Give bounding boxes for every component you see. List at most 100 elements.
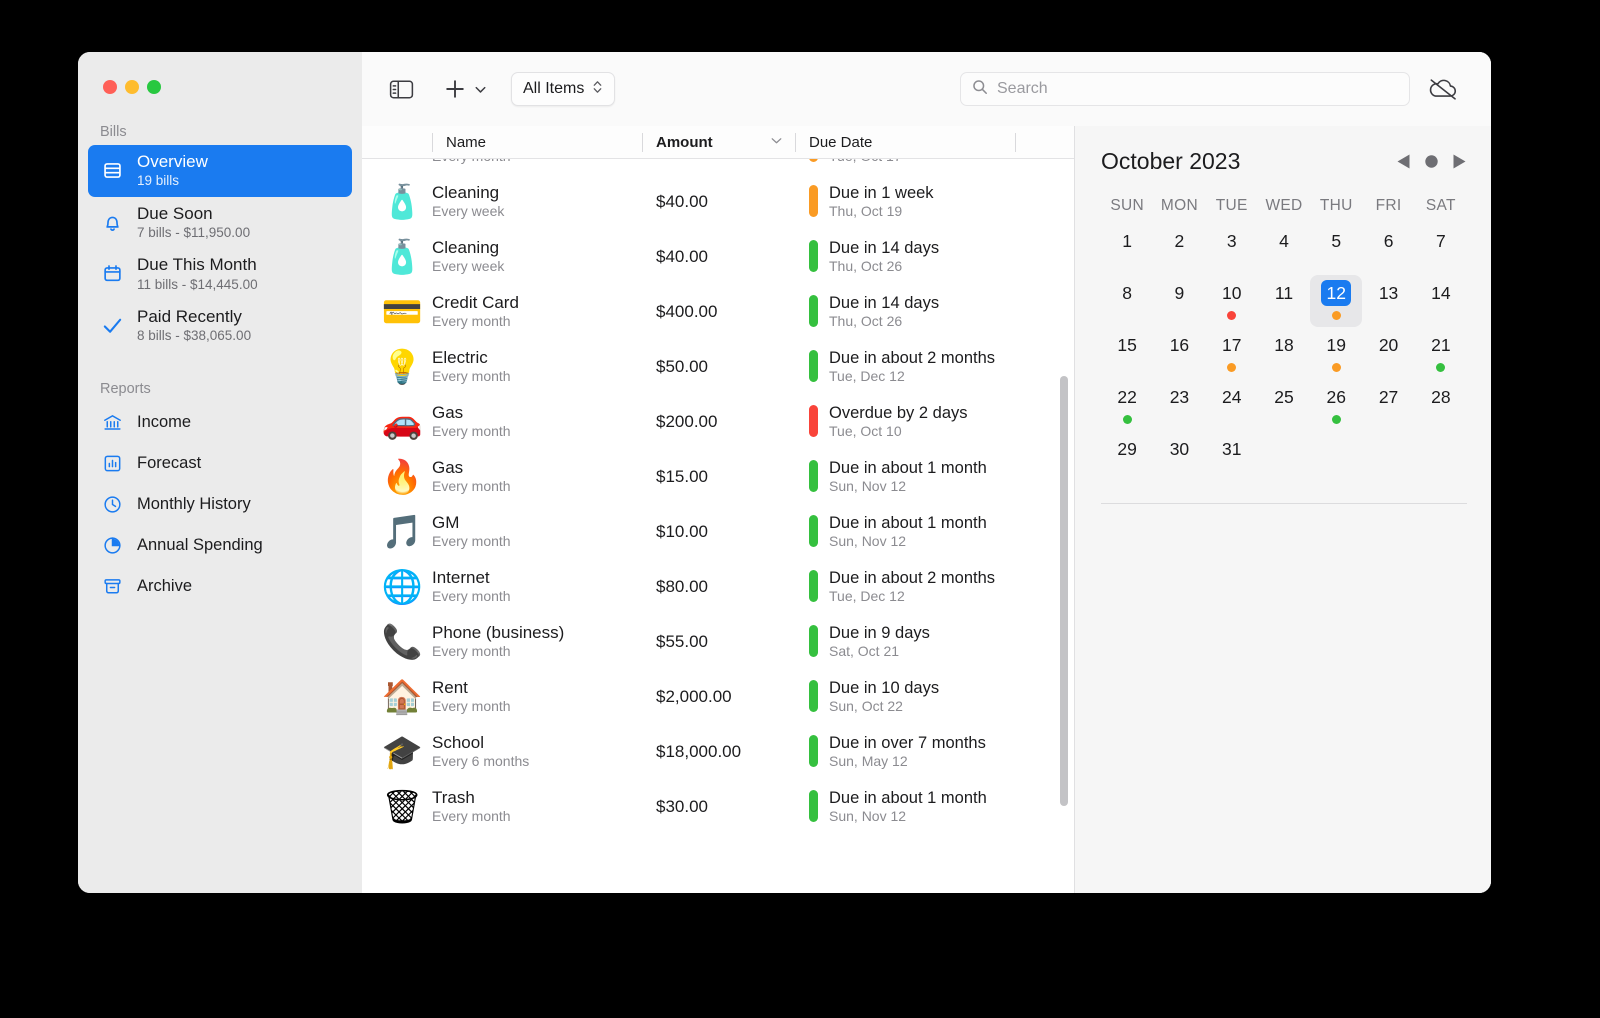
table-row[interactable]: 🧴 Cleaning Every week $40.00 Due in 1 week Th… [362,174,1074,229]
column-header-name[interactable]: Name [432,132,642,152]
sidebar-item-monthly-history[interactable]: Monthly History [88,484,352,525]
calendar-day-cell[interactable]: 15 [1101,327,1153,379]
column-header-amount[interactable]: Amount [642,132,795,152]
sidebar-item-due-this-month[interactable]: Due This Month 11 bills - $14,445.00 [88,248,352,300]
calendar-day-name: WED [1265,197,1303,214]
calendar-day-cell[interactable]: 26 [1310,379,1362,431]
sidebar-item-due-soon[interactable]: Due Soon 7 bills - $11,950.00 [88,197,352,249]
calendar-day-cell[interactable]: 18 [1258,327,1310,379]
calendar-day-cell[interactable]: 28 [1415,379,1467,431]
bill-name: Rent [432,677,468,697]
calendar-day-cell[interactable]: 24 [1206,379,1258,431]
calendar-day-cell[interactable]: 14 [1415,275,1467,327]
table-row[interactable]: 🔥 Gas Every month $15.00 Due in about 1 mont… [362,449,1074,504]
calendar-day-cell[interactable]: 23 [1153,379,1205,431]
sidebar-toggle-icon[interactable] [384,74,418,104]
close-button[interactable] [103,80,117,94]
calendar-day-cell[interactable]: 6 [1362,223,1414,275]
calendar-day-cell[interactable]: 13 [1362,275,1414,327]
zoom-button[interactable] [147,80,161,94]
calendar-day-number: 18 [1274,334,1294,355]
sidebar-item-label: Income [137,412,192,431]
bill-due-cell: Due in 5 daysTue, Oct 17 [795,159,1013,165]
bills-rows: ☂APXEvery month$100.00Due in 5 daysTue, … [362,159,1074,834]
chevron-down-icon[interactable] [471,74,489,104]
bill-amount: $55.00 [656,631,708,651]
table-row[interactable]: 🚗 Gas Every month $200.00 Overdue by 2 days T… [362,394,1074,449]
table-row[interactable]: 💡 Electric Every month $50.00 Due in about 2… [362,339,1074,394]
bill-recurrence: Every week [432,258,505,275]
calendar-day-cell[interactable]: 4 [1258,223,1310,275]
calendar-day-cell[interactable]: 9 [1153,275,1205,327]
bill-amount: $10.00 [656,521,708,541]
sidebar-item-archive[interactable]: Archive [88,566,352,607]
bills-rows-viewport[interactable]: ☂APXEvery month$100.00Due in 5 daysTue, … [362,159,1074,893]
bill-recurrence: Every month [432,159,642,165]
sidebar-item-overview[interactable]: Overview 19 bills [88,145,352,197]
vertical-scrollbar[interactable] [1060,376,1068,806]
calendar-day-cell[interactable]: 20 [1362,327,1414,379]
search-field[interactable] [960,72,1410,106]
calendar-day-cell[interactable]: 16 [1153,327,1205,379]
calendar-day-cell[interactable]: 21 [1415,327,1467,379]
calendar-day-cell[interactable]: 11 [1258,275,1310,327]
sidebar-item-forecast[interactable]: Forecast [88,443,352,484]
calendar-day-cell[interactable]: 29 [1101,431,1153,483]
filter-popup-button[interactable]: All Items [511,72,616,106]
clock-icon [100,493,124,517]
calendar-day-cell[interactable]: 12 [1310,275,1363,327]
calendar-day-cell[interactable]: 27 [1362,379,1414,431]
calendar-day-cell[interactable]: 2 [1153,223,1205,275]
column-header-due-date[interactable]: Due Date [795,132,1015,152]
bill-name: Trash [432,787,475,807]
calendar-day-cell[interactable]: 8 [1101,275,1153,327]
sidebar-item-income[interactable]: Income [88,402,352,443]
calendar-day-cell[interactable]: 3 [1206,223,1258,275]
filter-popup-label: All Items [523,80,585,97]
table-row[interactable]: ☂APXEvery month$100.00Due in 5 daysTue, … [362,159,1074,174]
calendar-day-cell[interactable]: 5 [1310,223,1362,275]
calendar-day-cell[interactable]: 30 [1153,431,1205,483]
bill-icon: 🎓 [381,732,423,771]
calendar-day-cell[interactable]: 22 [1101,379,1153,431]
sidebar-item-annual-spending[interactable]: Annual Spending [88,525,352,566]
circle-dot-icon[interactable] [1424,154,1439,169]
table-row[interactable]: 💳 Credit Card Every month $400.00 Due in 14 … [362,284,1074,339]
table-row[interactable]: 🌐 Internet Every month $80.00 Due in about 2… [362,559,1074,614]
sidebar-item-label: Archive [137,576,193,595]
bill-due-cell: Due in 1 week Thu, Oct 19 [795,183,1013,220]
table-row[interactable]: 🗑 Trash Every month $30.00 Due in about 1 mo… [362,779,1074,834]
minimize-button[interactable] [125,80,139,94]
table-row[interactable]: 🏠 Rent Every month $2,000.00 Due in 10 days S… [362,669,1074,724]
sidebar-item-paid-recently[interactable]: Paid Recently 8 bills - $38,065.00 [88,300,352,352]
calendar-day-cell[interactable]: 25 [1258,379,1310,431]
status-badge [809,515,818,548]
calendar-day-number: 12 [1321,280,1352,306]
triangle-right-icon[interactable] [1452,153,1467,170]
calendar-day-number: 3 [1226,230,1237,251]
table-row[interactable]: 🧴 Cleaning Every week $40.00 Due in 14 days T… [362,229,1074,284]
calendar-day-cell[interactable]: 31 [1206,431,1258,483]
triangle-left-icon[interactable] [1396,153,1411,170]
calendar-day-cell[interactable]: 10 [1206,275,1258,327]
search-input[interactable] [997,80,1398,98]
cloud-slash-icon[interactable] [1423,72,1463,106]
sidebar-group-reports: Income Forecast Monthly History Annual S… [78,402,362,607]
bill-due-cell: Due in 9 days Sat, Oct 21 [795,623,1013,660]
table-row[interactable]: 🎵 GM Every month $10.00 Due in about 1 month… [362,504,1074,559]
calendar-day-cell[interactable]: 7 [1415,223,1467,275]
add-button[interactable] [440,74,470,104]
checkmark-icon [100,314,124,338]
bill-recurrence: Every month [432,478,511,495]
bill-name-cell: APXEvery month [432,159,642,165]
bill-recurrence: Every month [432,588,511,605]
calendar-day-cell[interactable]: 17 [1206,327,1258,379]
bill-due-cell: Overdue by 2 days Tue, Oct 10 [795,403,1013,440]
table-row[interactable]: 📞 Phone (business) Every month $55.00 Due in… [362,614,1074,669]
calendar-day-number: 8 [1122,282,1132,303]
calendar-day-cell[interactable]: 19 [1310,327,1362,379]
table-row[interactable]: 🎓 School Every 6 months $18,000.00 Due in ov… [362,724,1074,779]
calendar-day-cell[interactable]: 1 [1101,223,1153,275]
calendar-day-number: 31 [1221,438,1242,459]
window-controls [78,52,362,94]
